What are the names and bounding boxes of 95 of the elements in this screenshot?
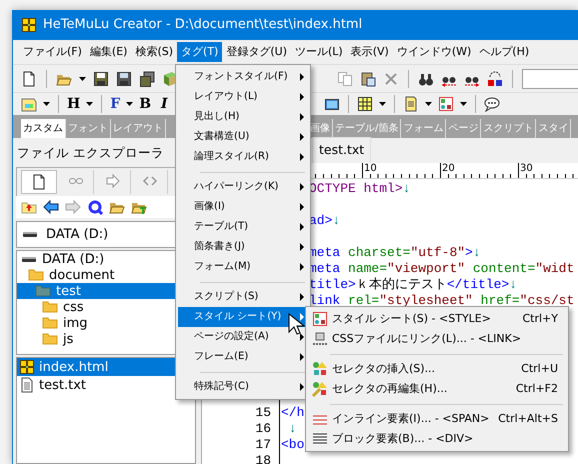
caret-icon[interactable] — [424, 102, 432, 106]
style-icon — [312, 311, 328, 327]
selector-insert-icon — [312, 361, 328, 377]
explorer-tab[interactable] — [21, 170, 57, 194]
palette-tab[interactable]: カスタム — [21, 119, 66, 138]
caret-icon[interactable] — [86, 102, 94, 106]
font-button[interactable]: F — [110, 97, 120, 111]
ruler-label: 20 — [440, 163, 518, 178]
menu-item[interactable]: 論理スタイル(R) — [178, 147, 308, 167]
menu-item[interactable]: 登録タグ(U) — [222, 42, 291, 62]
menu-item[interactable]: タグ(T) — [177, 42, 222, 62]
folder-icon — [35, 285, 51, 298]
app-file-icon — [19, 359, 35, 376]
menu-item[interactable]: ヘルプ(H) — [475, 42, 534, 62]
speech-bubble-icon[interactable] — [484, 96, 500, 112]
submenu-arrow-icon — [300, 223, 304, 231]
arrow-icon — [105, 172, 121, 189]
line-number: 16 — [255, 421, 271, 436]
search-field[interactable] — [522, 68, 578, 88]
code-line: title>ｋ本的にテスト</title>↓ — [309, 277, 518, 293]
submenu-arrow-icon — [300, 333, 304, 341]
caret-icon[interactable] — [126, 102, 134, 106]
menu-item[interactable]: セレクタの再編集(H)... Ctrl+F2 — [308, 379, 566, 399]
page-icon — [31, 174, 47, 190]
caret-icon[interactable] — [378, 102, 386, 106]
submenu-arrow-icon — [300, 203, 304, 211]
shapes-icon[interactable] — [438, 96, 454, 112]
mouse-cursor-icon — [288, 313, 305, 336]
caret-icon[interactable] — [79, 76, 86, 80]
image-icon[interactable] — [324, 96, 340, 112]
line-number: 18 — [255, 453, 271, 464]
bold-button[interactable]: B — [139, 97, 152, 111]
menu-item[interactable]: インライン要素(I)... - <SPAN> Ctrl+Alt+S — [308, 409, 566, 429]
caret-icon[interactable] — [460, 102, 467, 106]
paste-icon[interactable] — [360, 70, 376, 86]
drive-icon — [22, 232, 38, 237]
submenu-arrow-icon — [300, 243, 304, 251]
submenu-arrow-icon — [300, 293, 304, 301]
app-logo-icon — [21, 17, 37, 33]
folder-icon — [42, 333, 58, 346]
menu-item[interactable]: スタイル シート(S) - <STYLE> Ctrl+Y — [308, 309, 566, 329]
table-grid-icon[interactable] — [356, 96, 373, 112]
floppy-icon[interactable] — [116, 70, 132, 86]
menu-item[interactable]: レイアウト(L) — [178, 87, 308, 107]
submenu-arrow-icon — [300, 263, 304, 271]
code-line: </h — [281, 405, 304, 421]
window-title: HeTeMuLu Creator - D:\document\test\index.html — [43, 16, 362, 34]
menu-item[interactable]: スタイル シート(Y) — [178, 307, 308, 327]
save-icon[interactable] — [93, 70, 109, 86]
submenu-arrow-icon — [300, 73, 304, 81]
menu-item[interactable]: ツール(L) — [291, 42, 347, 62]
new-file-icon[interactable] — [21, 70, 37, 86]
line-number: 15 — [255, 405, 271, 420]
folder-icon — [42, 317, 58, 330]
save-all-icon[interactable] — [139, 70, 155, 86]
submenu-arrow-icon — [300, 133, 304, 141]
document-icon[interactable] — [402, 96, 419, 112]
submenu-arrow-icon — [300, 353, 304, 361]
menu-item[interactable]: 見出し(H) — [178, 107, 308, 127]
menu-item[interactable]: セレクタの挿入(S)... Ctrl+U — [308, 359, 566, 379]
submenu-arrow-icon — [300, 93, 304, 101]
editor-tab[interactable]: test.txt — [312, 137, 372, 163]
code-line: ↓ — [288, 421, 297, 437]
menu-item[interactable]: 表示(V) — [346, 42, 393, 62]
submenu-arrow-icon — [300, 183, 304, 191]
submenu-arrow-icon — [300, 113, 304, 121]
ruler-label: 30 — [518, 163, 578, 178]
refresh-icon[interactable] — [87, 198, 103, 215]
menu-item[interactable]: 文書構造(U) — [178, 127, 308, 147]
menu-item[interactable]: フォントスタイル(F) — [178, 67, 308, 87]
menu-item[interactable]: ハイパーリンク(K) — [178, 177, 308, 197]
ruler-label: 10 — [362, 163, 440, 178]
italic-button[interactable]: I — [161, 97, 168, 111]
menu-item[interactable]: 検索(S) — [131, 42, 178, 62]
code-line: link rel="stylesheet" href="css/st — [309, 293, 574, 309]
explorer-title: ファイル エクスプローラ — [16, 144, 165, 162]
text-file-icon — [19, 377, 35, 394]
code-line: <bo — [281, 437, 304, 453]
drive-icon — [21, 256, 37, 262]
menu-item[interactable]: ファイル(F) — [19, 42, 86, 62]
palette-icon[interactable] — [21, 96, 37, 112]
submenu-arrow-icon — [300, 383, 304, 391]
menu-item[interactable]: CSSファイルにリンク(L)... - <LINK> — [308, 329, 566, 349]
caret-icon[interactable] — [43, 102, 50, 106]
heading-button[interactable]: H — [67, 97, 80, 111]
line-number: 17 — [255, 437, 271, 452]
menu-item[interactable]: 編集(E) — [86, 42, 132, 62]
replace-icon[interactable] — [487, 70, 503, 86]
back-icon[interactable] — [43, 198, 59, 215]
submenu-arrow-icon — [300, 153, 304, 161]
submenu-arrow-icon — [300, 313, 304, 321]
menu-item[interactable]: 画像(I) — [178, 197, 308, 217]
menu-item[interactable]: ブロック要素(B)... - <DIV> — [308, 429, 566, 449]
menu-item[interactable]: ウインドウ(W) — [392, 42, 476, 62]
selector-edit-icon — [312, 381, 328, 397]
